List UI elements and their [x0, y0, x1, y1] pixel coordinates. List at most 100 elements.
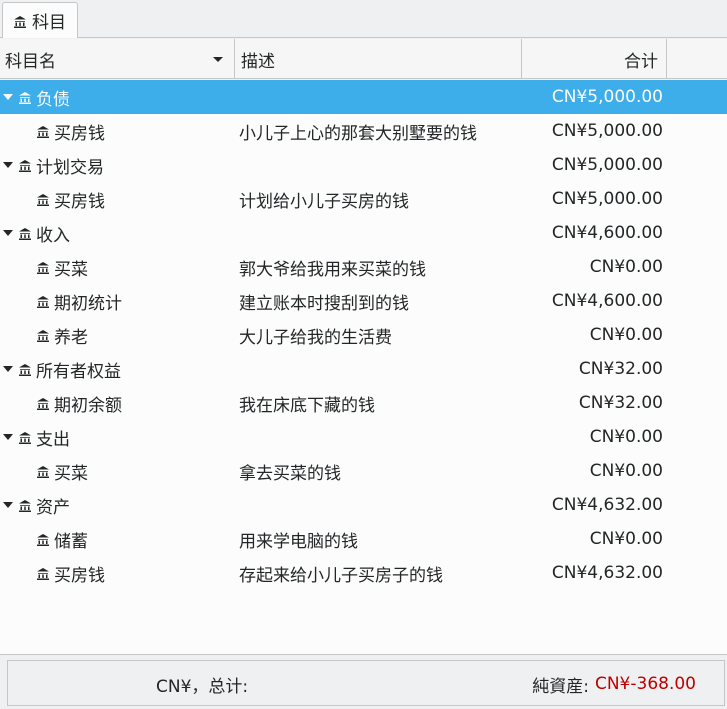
- account-total: CN¥0.00: [589, 529, 663, 549]
- account-row[interactable]: 买菜 郭大爷给我用来买菜的钱 CN¥0.00: [0, 250, 727, 284]
- expander-down-icon[interactable]: [3, 94, 13, 100]
- account-name-cell: 买房钱: [0, 182, 235, 216]
- account-name: 买菜: [54, 463, 88, 484]
- column-header-total-label: 合计: [624, 51, 658, 72]
- account-name-cell: 买房钱: [0, 556, 235, 590]
- account-group-row[interactable]: 收入 CN¥4,600.00: [0, 216, 727, 250]
- account-group-row[interactable]: 所有者权益 CN¥32.00: [0, 352, 727, 386]
- bank-icon: [18, 90, 32, 104]
- bank-icon: [18, 226, 32, 240]
- column-header-name-label: 科目名: [5, 51, 56, 72]
- net-assets-value: CN¥-368.00: [594, 674, 696, 694]
- account-description: [239, 352, 522, 386]
- bank-icon: [18, 430, 32, 444]
- column-header-description[interactable]: 描述: [235, 39, 522, 79]
- account-total: CN¥0.00: [589, 325, 663, 345]
- bank-icon: [36, 396, 50, 410]
- bank-icon: [18, 362, 32, 376]
- expander-down-icon[interactable]: [3, 162, 13, 168]
- account-name-cell: 买菜: [0, 454, 235, 488]
- net-assets: 純資産: CN¥-368.00: [532, 661, 696, 707]
- account-row[interactable]: 买房钱 小儿子上心的那套大别墅要的钱 CN¥5,000.00: [0, 114, 727, 148]
- account-description: [239, 80, 522, 114]
- account-group-row[interactable]: 负债 CN¥5,000.00: [0, 80, 727, 114]
- account-total: CN¥0.00: [589, 427, 663, 447]
- column-header: 科目名 描述 合计: [0, 39, 727, 79]
- account-group-row[interactable]: 支出 CN¥0.00: [0, 420, 727, 454]
- account-row[interactable]: 买房钱 存起来给小儿子买房子的钱 CN¥4,632.00: [0, 556, 727, 590]
- account-name-cell: 期初余额: [0, 386, 235, 420]
- account-description: 大儿子给我的生活费: [239, 327, 392, 348]
- tab-label: 科目: [32, 13, 66, 33]
- net-assets-label: 純資産:: [532, 676, 589, 697]
- account-total: CN¥32.00: [578, 359, 663, 379]
- sort-down-icon: [213, 57, 223, 62]
- account-row[interactable]: 期初统计 建立账本时搜刮到的钱 CN¥4,600.00: [0, 284, 727, 318]
- account-total: CN¥32.00: [578, 393, 663, 413]
- expander-down-icon[interactable]: [3, 502, 13, 508]
- account-name-cell: 储蓄: [0, 522, 235, 556]
- account-total: CN¥0.00: [589, 461, 663, 481]
- account-row[interactable]: 期初余额 我在床底下藏的钱 CN¥32.00: [0, 386, 727, 420]
- account-row[interactable]: 储蓄 用来学电脑的钱 CN¥0.00: [0, 522, 727, 556]
- account-total: CN¥5,000.00: [551, 189, 663, 209]
- bank-icon: [36, 464, 50, 478]
- tab-accounts[interactable]: 科目: [2, 2, 78, 38]
- account-row[interactable]: 买菜 拿去买菜的钱 CN¥0.00: [0, 454, 727, 488]
- bank-icon: [36, 566, 50, 580]
- account-name: 买房钱: [54, 123, 105, 144]
- account-name: 买菜: [54, 259, 88, 280]
- account-name-cell: 负债: [0, 80, 235, 114]
- tab-bar: 科目: [0, 0, 727, 38]
- account-name-cell: 买菜: [0, 250, 235, 284]
- account-name-cell: 计划交易: [0, 148, 235, 182]
- account-name-cell: 养老: [0, 318, 235, 352]
- account-name: 所有者权益: [36, 361, 121, 382]
- account-row[interactable]: 买房钱 计划给小儿子买房的钱 CN¥5,000.00: [0, 182, 727, 216]
- account-description: [239, 488, 522, 522]
- account-description: 拿去买菜的钱: [239, 463, 341, 484]
- account-name: 买房钱: [54, 191, 105, 212]
- total-label: CN¥，总计:: [156, 676, 249, 697]
- bank-icon: [36, 328, 50, 342]
- account-description: 小儿子上心的那套大别墅要的钱: [239, 123, 477, 144]
- account-description: 计划给小儿子买房的钱: [239, 191, 409, 212]
- account-name: 期初余额: [54, 395, 122, 416]
- column-header-description-label: 描述: [241, 51, 275, 72]
- account-description: [239, 148, 522, 182]
- account-name: 资产: [36, 497, 70, 518]
- bank-icon: [36, 260, 50, 274]
- account-total: CN¥4,600.00: [551, 291, 663, 311]
- account-total: CN¥4,600.00: [551, 223, 663, 243]
- bank-icon: [36, 294, 50, 308]
- summary-bar: CN¥，总计: 純資産: CN¥-368.00: [7, 660, 725, 706]
- expander-down-icon[interactable]: [3, 434, 13, 440]
- account-name: 储蓄: [54, 531, 88, 552]
- bank-icon: [18, 498, 32, 512]
- account-name-cell: 期初统计: [0, 284, 235, 318]
- account-name: 买房钱: [54, 565, 105, 586]
- column-header-name[interactable]: 科目名: [0, 39, 235, 79]
- account-total: CN¥4,632.00: [551, 495, 663, 515]
- account-group-row[interactable]: 计划交易 CN¥5,000.00: [0, 148, 727, 182]
- account-name: 计划交易: [36, 157, 104, 178]
- expander-down-icon[interactable]: [3, 366, 13, 372]
- account-total: CN¥5,000.00: [551, 155, 663, 175]
- account-name: 期初统计: [54, 293, 122, 314]
- account-row[interactable]: 养老 大儿子给我的生活费 CN¥0.00: [0, 318, 727, 352]
- bank-icon: [13, 14, 27, 28]
- account-total: CN¥0.00: [589, 257, 663, 277]
- account-total: CN¥5,000.00: [551, 87, 663, 107]
- account-description: [239, 420, 522, 454]
- account-description: 郭大爷给我用来买菜的钱: [239, 259, 426, 280]
- bank-icon: [36, 532, 50, 546]
- account-group-row[interactable]: 资产 CN¥4,632.00: [0, 488, 727, 522]
- column-header-total[interactable]: 合计: [522, 39, 667, 79]
- account-tree[interactable]: 负债 CN¥5,000.00 买房钱 小儿子上心的那套大别墅要的钱 CN¥5,000.0…: [0, 80, 727, 654]
- expander-down-icon[interactable]: [3, 230, 13, 236]
- account-description: [239, 216, 522, 250]
- account-name-cell: 所有者权益: [0, 352, 235, 386]
- account-name: 收入: [36, 225, 70, 246]
- account-description: 用来学电脑的钱: [239, 531, 358, 552]
- account-name: 支出: [36, 429, 70, 450]
